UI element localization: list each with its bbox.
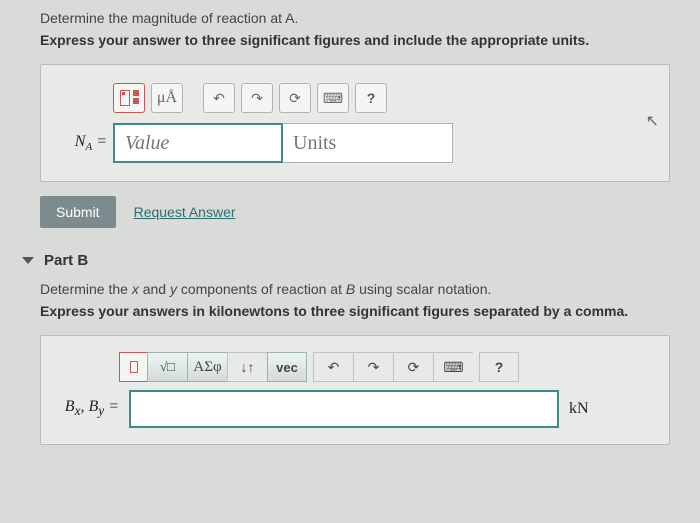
updown-button[interactable]: ↓↑ bbox=[227, 352, 267, 382]
part-b-toolbar: √□ ΑΣφ ↓↑ vec ↶ ↷ ⟳ ⌨ ? bbox=[119, 352, 649, 382]
part-b-var-label: Bx, By = bbox=[61, 398, 119, 419]
part-b-question: Determine the x and y components of reac… bbox=[40, 281, 670, 297]
part-b-label: Part B bbox=[44, 252, 88, 269]
undo-button[interactable]: ↶ bbox=[203, 83, 235, 113]
part-b-unit: kN bbox=[569, 400, 589, 418]
units-mu-button[interactable]: μÅ bbox=[151, 83, 183, 113]
cursor-icon: ↖ bbox=[646, 111, 659, 131]
value-input[interactable] bbox=[113, 123, 283, 163]
redo-button-b[interactable]: ↷ bbox=[353, 352, 393, 382]
units-input[interactable] bbox=[283, 123, 453, 163]
part-a-question: Determine the magnitude of reaction at A… bbox=[40, 10, 670, 26]
sqrt-button[interactable]: √□ bbox=[147, 352, 187, 382]
submit-button[interactable]: Submit bbox=[40, 196, 116, 228]
keyboard-button[interactable]: ⌨ bbox=[317, 83, 349, 113]
undo-button-b[interactable]: ↶ bbox=[313, 352, 353, 382]
greek-button[interactable]: ΑΣφ bbox=[187, 352, 227, 382]
keyboard-button-b[interactable]: ⌨ bbox=[433, 352, 473, 382]
request-answer-link[interactable]: Request Answer bbox=[134, 204, 236, 220]
part-b-answer-box: √□ ΑΣφ ↓↑ vec ↶ ↷ ⟳ ⌨ ? Bx, By = kN bbox=[40, 335, 670, 445]
collapse-toggle-icon[interactable] bbox=[22, 257, 34, 264]
part-a-answer-box: ↖ μÅ ↶ ↷ ⟳ ⌨ ? NA = bbox=[40, 64, 670, 182]
part-b-instruction: Express your answers in kilonewtons to t… bbox=[40, 303, 670, 319]
reset-button-b[interactable]: ⟳ bbox=[393, 352, 433, 382]
value-input-b[interactable] bbox=[129, 390, 559, 428]
part-a-instruction: Express your answer to three significant… bbox=[40, 32, 670, 48]
redo-button[interactable]: ↷ bbox=[241, 83, 273, 113]
reset-button[interactable]: ⟳ bbox=[279, 83, 311, 113]
help-button[interactable]: ? bbox=[355, 83, 387, 113]
template-format-button-b[interactable] bbox=[119, 352, 147, 382]
help-button-b[interactable]: ? bbox=[479, 352, 519, 382]
template-format-button[interactable] bbox=[113, 83, 145, 113]
part-a-toolbar: μÅ ↶ ↷ ⟳ ⌨ ? bbox=[113, 83, 645, 113]
part-a-var-label: NA = bbox=[65, 133, 113, 153]
vec-button[interactable]: vec bbox=[267, 352, 307, 382]
